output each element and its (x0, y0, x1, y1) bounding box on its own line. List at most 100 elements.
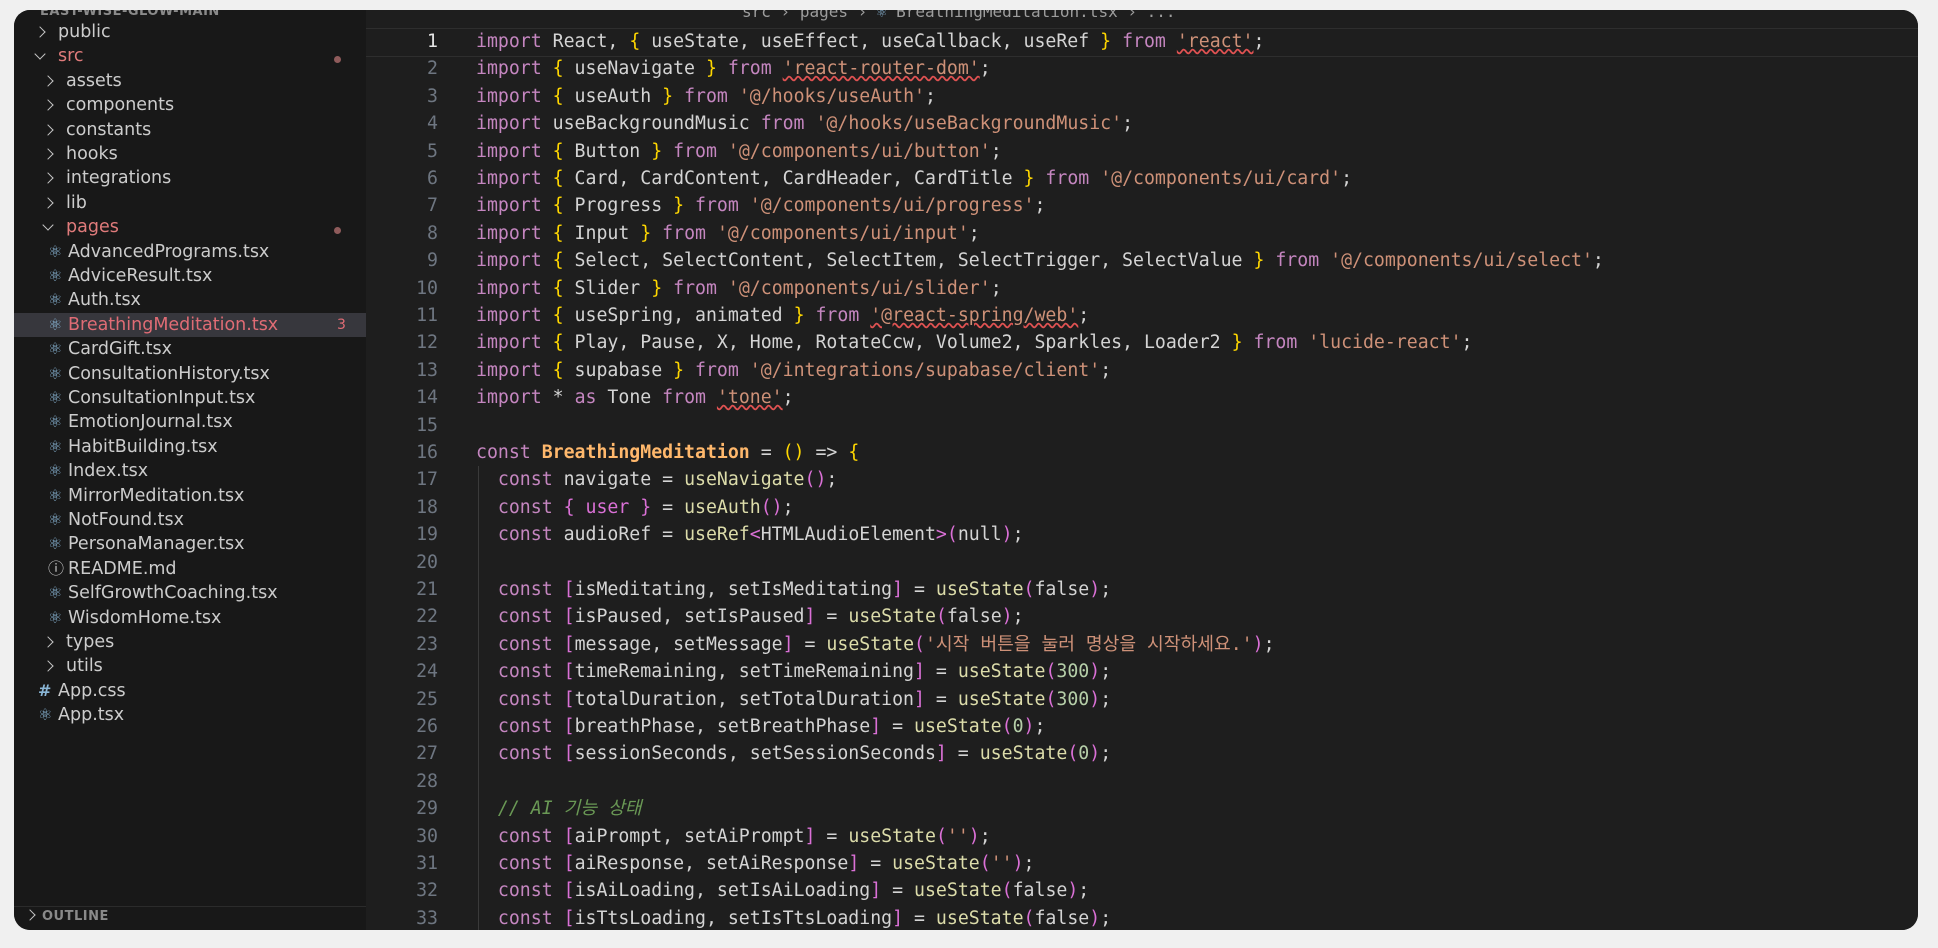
code-text: import { Input } from '@/components/ui/i… (476, 222, 980, 244)
code-text: import { useAuth } from '@/hooks/useAuth… (476, 85, 936, 107)
tree-file[interactable]: ⓘ README.md (14, 557, 366, 581)
line-number: 28 (416, 770, 438, 792)
line-number: 15 (416, 414, 438, 436)
tree-item-label: CardGift.tsx (68, 339, 172, 360)
code-text: const navigate = useNavigate(); (497, 469, 838, 491)
tree-file[interactable]: ⚛ EmotionJournal.tsx (14, 410, 366, 434)
tree-folder[interactable]: src (14, 44, 366, 68)
tree-item-label: pages (66, 217, 119, 238)
tree-file[interactable]: ⚛ ConsultationHistory.tsx (14, 362, 366, 386)
line-number: 30 (416, 825, 438, 847)
line-number: 23 (416, 633, 438, 655)
tree-folder[interactable]: components (14, 93, 366, 117)
line-number: 19 (416, 524, 438, 546)
code-text: const [isTtsLoading, setIsTtsLoading] = … (497, 907, 1112, 929)
tree-folder[interactable]: assets (14, 69, 366, 93)
line-number: 10 (416, 277, 438, 299)
react-icon: ⚛ (876, 10, 897, 21)
breadcrumb-item[interactable]: src (742, 10, 771, 21)
tree-folder[interactable]: lib (14, 191, 366, 215)
tree-folder[interactable]: constants (14, 118, 366, 142)
tree-file[interactable]: ⚛ Index.tsx (14, 459, 366, 483)
indent-guide (478, 466, 479, 930)
tree-item-label: AdviceResult.tsx (68, 266, 213, 286)
code-editor[interactable]: src › pages › ⚛ BreathingMeditation.tsx … (366, 10, 1918, 930)
tree-file[interactable]: ⚛ App.tsx (14, 703, 366, 727)
breadcrumb-item[interactable]: pages (800, 10, 848, 21)
code-text: const [aiPrompt, setAiPrompt] = useState… (497, 825, 991, 847)
code-text: const [sessionSeconds, setSessionSeconds… (497, 743, 1112, 765)
code-text: const [breathPhase, setBreathPhase] = us… (497, 716, 1046, 737)
tree-folder[interactable]: types (14, 630, 366, 654)
line-number: 12 (416, 332, 438, 354)
line-number: 11 (416, 305, 438, 326)
tree-item-label: App.css (58, 680, 126, 701)
tree-folder[interactable]: public (14, 20, 366, 44)
tree-file[interactable]: ⚛ CardGift.tsx (14, 337, 366, 361)
code-text: const { user } = useAuth(); (497, 496, 794, 518)
tree-file[interactable]: ⚛ SelfGrowthCoaching.tsx (14, 581, 366, 605)
tree-file[interactable]: ⚛ AdviceResult.tsx (14, 264, 366, 288)
code-text: import React, { useState, useEffect, use… (476, 31, 1265, 52)
line-number: 16 (416, 442, 438, 463)
chevron-down-icon (42, 219, 54, 231)
tree-file[interactable]: ⚛ AdvancedPrograms.tsx (14, 240, 366, 264)
code-text: import { useSpring, animated } from '@re… (476, 305, 1090, 326)
tree-file[interactable]: ⚛ WisdomHome.tsx (14, 606, 366, 630)
chevron-right-icon (42, 636, 54, 648)
tree-folder[interactable]: utils (14, 654, 366, 678)
tree-folder[interactable]: hooks (14, 142, 366, 166)
vscode-window: EAST-WISE-GLOW-MAIN public src assets compo… (14, 10, 1918, 930)
line-number: 33 (416, 907, 438, 929)
tree-file[interactable]: ⚛ Auth.tsx (14, 288, 366, 312)
react-icon: ⚛ (48, 461, 63, 481)
line-number: 5 (427, 140, 438, 162)
code-text: import { Card, CardContent, CardHeader, … (476, 168, 1353, 189)
react-icon: ⚛ (48, 583, 63, 603)
tree-item-label: BreathingMeditation.tsx (68, 314, 279, 335)
line-number: 27 (416, 743, 438, 765)
react-icon: ⚛ (48, 485, 63, 505)
tree-folder[interactable]: pages (14, 215, 366, 239)
tree-file[interactable]: ⚛ NotFound.tsx (14, 508, 366, 532)
tree-item-label: WisdomHome.tsx (68, 607, 222, 628)
code-text: import useBackgroundMusic from '@/hooks/… (476, 113, 1134, 135)
tree-item-label: EmotionJournal.tsx (68, 412, 233, 433)
info-icon: ⓘ (48, 558, 65, 578)
line-number: 3 (427, 85, 438, 107)
tree-item-label: Index.tsx (68, 461, 149, 482)
breadcrumb-item[interactable]: ... (1147, 10, 1176, 21)
line-number: 9 (427, 250, 438, 272)
tree-file[interactable]: ⚛ BreathingMeditation.tsx 3 (14, 312, 366, 338)
breadcrumb-separator: › (847, 10, 877, 21)
tree-file[interactable]: ⚛ HabitBuilding.tsx (14, 435, 366, 459)
react-icon: ⚛ (48, 412, 63, 432)
react-icon: ⚛ (48, 607, 63, 627)
tree-file[interactable]: # App.css (14, 679, 366, 703)
tree-file[interactable]: ⚛ PersonaManager.tsx (14, 532, 366, 556)
breadcrumb: src › pages › ⚛ BreathingMeditation.tsx … (742, 10, 1176, 21)
hash-icon: # (38, 680, 52, 700)
code-text: import { Select, SelectContent, SelectIt… (476, 250, 1604, 272)
tree-file[interactable]: ⚛ MirrorMeditation.tsx (14, 484, 366, 508)
tree-item-label: MirrorMeditation.tsx (68, 485, 245, 506)
tree-item-label: ConsultationInput.tsx (68, 388, 256, 408)
outline-section[interactable]: OUTLINE (14, 906, 366, 930)
code-text: import { supabase } from '@/integrations… (476, 359, 1112, 381)
code-text: const audioRef = useRef<HTMLAudioElement… (497, 524, 1024, 546)
code-text: import { Progress } from '@/components/u… (476, 195, 1046, 217)
react-icon: ⚛ (48, 290, 63, 310)
tree-item-label: types (66, 632, 115, 652)
react-icon: ⚛ (48, 314, 63, 334)
tree-item-label: constants (66, 119, 152, 140)
tree-file[interactable]: ⚛ ConsultationInput.tsx (14, 386, 366, 410)
code-text: const [isAiLoading, setIsAiLoading] = us… (497, 880, 1090, 902)
line-number: 31 (416, 853, 438, 874)
code-text: import { Button } from '@/components/ui/… (476, 140, 1002, 162)
tree-item-label: assets (66, 70, 122, 91)
line-number: 24 (416, 661, 438, 683)
code-text: import { Play, Pause, X, Home, RotateCcw… (476, 332, 1473, 354)
breadcrumb-item[interactable]: BreathingMeditation.tsx (896, 10, 1118, 21)
tree-folder[interactable]: integrations (14, 166, 366, 190)
line-number: 17 (416, 469, 438, 491)
